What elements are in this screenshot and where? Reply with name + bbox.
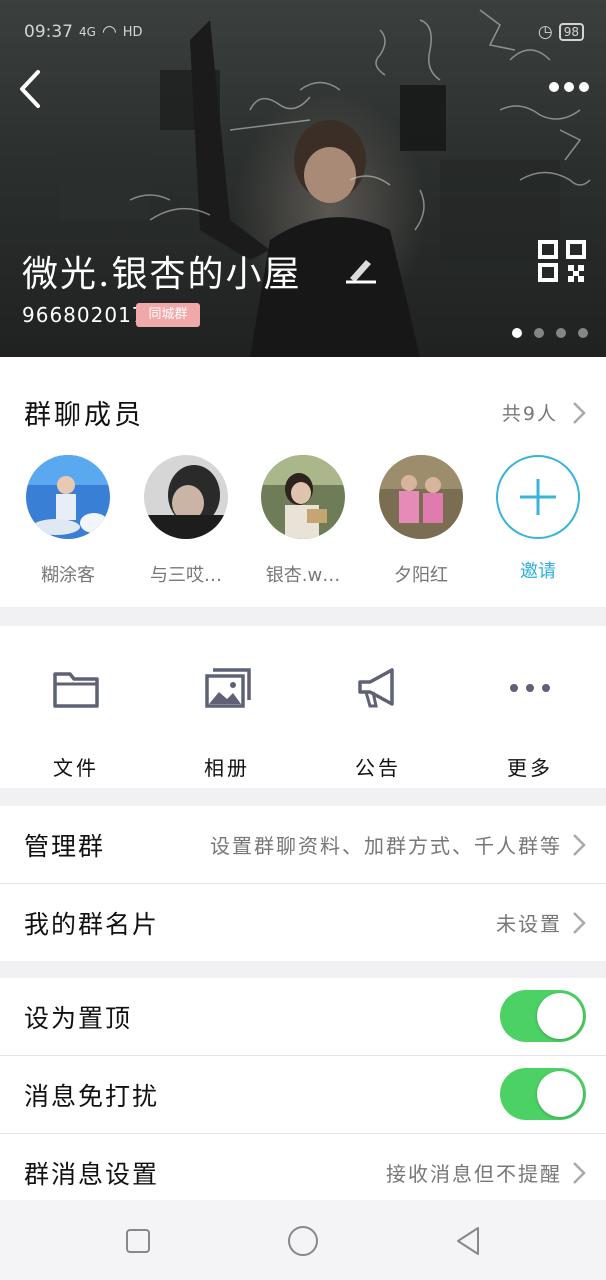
member-name: 银杏.w… <box>265 565 341 586</box>
chevron-right-icon <box>573 1161 586 1184</box>
member-item[interactable]: 夕阳红 <box>366 455 476 587</box>
carousel-dot[interactable] <box>556 328 566 338</box>
pin-chat-toggle[interactable] <box>500 990 586 1042</box>
toggle-knob <box>537 1071 583 1117</box>
tool-files[interactable]: 文件 <box>26 666 126 781</box>
alarm-icon: ◷ <box>537 22 553 42</box>
tool-more[interactable]: 更多 <box>480 666 580 781</box>
tool-label: 相册 <box>204 756 250 780</box>
group-card-label: 我的群名片 <box>24 909 160 939</box>
system-nav-bar <box>0 1200 606 1280</box>
settings-section: 设为置顶 消息免打扰 群消息设置 接收消息但不提醒 <box>0 978 606 1200</box>
tool-label: 文件 <box>53 756 99 780</box>
group-id: 966802017 <box>22 303 146 327</box>
folder-icon <box>53 672 99 708</box>
pin-chat-label: 设为置顶 <box>24 1003 133 1033</box>
group-card-row[interactable]: 我的群名片 未设置 <box>0 884 606 961</box>
manage-group-value: 设置群聊资料、加群方式、千人群等 <box>210 834 562 858</box>
chevron-right-icon <box>573 402 586 424</box>
members-title: 群聊成员 <box>24 400 144 431</box>
manage-group-label: 管理群 <box>24 831 106 861</box>
member-name: 夕阳红 <box>394 565 448 586</box>
recents-icon[interactable] <box>121 1224 155 1258</box>
invite-label: 邀请 <box>520 561 556 582</box>
chevron-right-icon <box>573 911 586 934</box>
status-signal: 4G <box>79 25 96 39</box>
group-name: 微光.银杏的小屋 <box>22 254 302 295</box>
member-item[interactable]: 银杏.w… <box>248 455 358 587</box>
battery-icon: 98 <box>558 23 584 41</box>
invite-button[interactable] <box>496 455 580 539</box>
manage-group-row[interactable]: 管理群 设置群聊资料、加群方式、千人群等 <box>0 806 606 883</box>
home-icon[interactable] <box>286 1224 320 1258</box>
status-bar: 09:37 4G ◠ HD ◷ 98 <box>24 18 584 46</box>
member-item[interactable]: 糊涂客 <box>13 455 123 587</box>
carousel-dot[interactable] <box>512 328 522 338</box>
mute-toggle[interactable] <box>500 1068 586 1120</box>
more-options-icon[interactable] <box>548 76 590 98</box>
member-count: 共9人 <box>501 403 558 425</box>
group-tools-section: 文件 相册 公告 更多 <box>0 626 606 788</box>
wifi-icon: ◠ <box>101 22 117 42</box>
manage-section: 管理群 设置群聊资料、加群方式、千人群等 我的群名片 未设置 <box>0 806 606 961</box>
tool-notice[interactable]: 公告 <box>328 666 428 781</box>
toggle-knob <box>537 993 583 1039</box>
avatar <box>261 455 345 539</box>
qr-code-icon[interactable] <box>538 240 586 282</box>
avatar <box>144 455 228 539</box>
tool-label: 公告 <box>355 756 401 780</box>
edit-name-icon[interactable] <box>344 254 378 284</box>
group-type-badge: 同城群 <box>136 303 200 327</box>
tool-album[interactable]: 相册 <box>177 666 277 781</box>
more-icon <box>510 684 550 692</box>
status-time: 09:37 <box>24 22 73 42</box>
status-network: HD <box>122 24 143 40</box>
mute-label: 消息免打扰 <box>24 1081 160 1111</box>
members-section: 群聊成员 共9人 糊涂客 与三哎… 银杏.w… 夕阳红 邀请 <box>0 357 606 607</box>
plus-icon <box>520 479 556 515</box>
message-settings-value: 接收消息但不提醒 <box>386 1162 562 1186</box>
member-name: 糊涂客 <box>41 565 95 586</box>
chevron-right-icon <box>573 833 586 856</box>
back-icon[interactable] <box>12 66 52 112</box>
tool-label: 更多 <box>507 756 553 780</box>
avatar <box>379 455 463 539</box>
carousel-dots <box>512 328 588 338</box>
message-settings-label: 群消息设置 <box>24 1159 160 1189</box>
pin-chat-row: 设为置顶 <box>0 978 606 1055</box>
carousel-dot[interactable] <box>534 328 544 338</box>
member-name: 与三哎… <box>150 565 222 586</box>
group-card-value: 未设置 <box>496 912 562 936</box>
group-header: 09:37 4G ◠ HD ◷ 98 微光.银杏的小屋 966802017 同城… <box>0 0 606 357</box>
back-nav-icon[interactable] <box>452 1224 486 1258</box>
carousel-dot[interactable] <box>578 328 588 338</box>
member-item[interactable]: 与三哎… <box>131 455 241 587</box>
avatar <box>26 455 110 539</box>
megaphone-icon <box>358 668 394 708</box>
mute-row: 消息免打扰 <box>0 1056 606 1133</box>
members-header-row[interactable]: 群聊成员 共9人 <box>0 373 606 445</box>
invite-member[interactable]: 邀请 <box>483 455 593 583</box>
album-icon <box>205 668 251 708</box>
